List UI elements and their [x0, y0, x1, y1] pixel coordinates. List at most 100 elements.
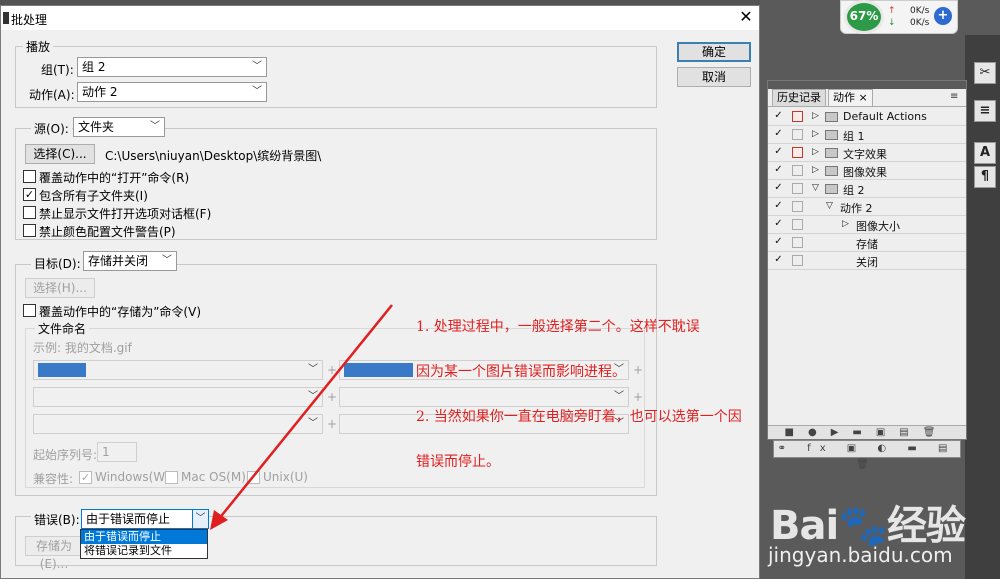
dialog-toggle-icon[interactable] [792, 129, 803, 140]
action-row[interactable]: ✓ ▷ 文字效果 [768, 144, 966, 162]
destination-choose-button[interactable]: 选择(H)... [25, 278, 95, 298]
dialog-toggle-icon[interactable] [792, 147, 803, 158]
toggle-check-icon[interactable]: ✓ [773, 237, 784, 248]
source-select[interactable]: 文件夹 ﹀ [73, 117, 165, 137]
add-icon[interactable]: + [934, 7, 952, 25]
naming-field-1[interactable]: 文档名称 ﹀ [33, 360, 323, 380]
expand-triangle-icon[interactable]: ▽ [826, 201, 833, 211]
expand-triangle-icon[interactable]: ▽ [812, 183, 819, 193]
panel-footer-buttons[interactable]: ■●▶▬▣▤🗑 [768, 425, 966, 439]
tab-history[interactable]: 历史记录 [772, 89, 826, 106]
folder-icon [825, 130, 838, 140]
memory-gauge[interactable]: 67% [844, 0, 884, 34]
compat-checkbox[interactable] [165, 471, 178, 484]
action-select[interactable]: 动作 2 ﹀ [77, 82, 267, 102]
dialog-toggle-icon[interactable] [792, 111, 803, 122]
panel-menu-icon[interactable]: ≡ [950, 91, 958, 102]
panel-header [768, 81, 966, 89]
start-serial-input[interactable]: 1 [97, 442, 137, 462]
folder-icon [825, 184, 838, 194]
chevron-down-icon: ﹀ [252, 61, 262, 72]
toggle-check-icon[interactable]: ✓ [773, 201, 784, 212]
upload-arrow-icon: ↑ [888, 6, 896, 16]
set-select[interactable]: 组 2 ﹀ [77, 57, 267, 77]
override-save-checkbox[interactable] [23, 304, 36, 317]
action-row[interactable]: ✓ 存储 [768, 234, 966, 252]
toggle-check-icon[interactable]: ✓ [773, 255, 784, 266]
character-icon[interactable]: A [974, 142, 996, 164]
annotation-text: 1. 处理过程中，一般选择第二个。这样不耽误 因为某一个图片错误而影响进程。 2… [416, 290, 742, 485]
pilcrow-icon[interactable]: ¶ [974, 166, 996, 188]
chevron-down-icon: ﹀ [308, 364, 318, 375]
action-row[interactable]: ✓ 关闭 [768, 252, 966, 270]
chevron-down-icon: ﹀ [252, 86, 262, 97]
action-row[interactable]: ✓ ▽ 组 2 [768, 180, 966, 198]
source-option-checkbox[interactable]: ✓ [23, 188, 36, 201]
expand-triangle-icon[interactable]: ▷ [812, 111, 819, 121]
expand-triangle-icon[interactable]: ▷ [812, 147, 819, 157]
toggle-check-icon[interactable]: ✓ [773, 165, 784, 176]
expand-triangle-icon[interactable]: ▷ [842, 219, 849, 229]
dialog-toggle-icon[interactable] [792, 183, 803, 194]
dialog-toggle-icon[interactable] [792, 201, 803, 212]
action-row[interactable]: ✓ ▽ 动作 2 [768, 198, 966, 216]
folder-icon [825, 112, 838, 122]
errors-label: 错误(B): [31, 511, 83, 528]
source-path: C:\Users\niuyan\Desktop\缤纷背景图\ [105, 149, 322, 163]
chevron-down-icon: ﹀ [150, 121, 160, 132]
errors-option-log[interactable]: 将错误记录到文件 [81, 544, 207, 558]
folder-icon [825, 166, 838, 176]
source-choose-button[interactable]: 选择(C)... [25, 144, 95, 164]
naming-field-5[interactable]: ﹀ [33, 414, 323, 434]
source-option-checkbox[interactable] [23, 224, 36, 237]
action-row-label: 动作 2 [840, 202, 873, 215]
source-option-checkbox[interactable] [23, 206, 36, 219]
destination-label: 目标(D): [31, 255, 84, 272]
expand-triangle-icon[interactable]: ▷ [812, 165, 819, 175]
source-option-label: 覆盖动作中的“打开”命令(R) [39, 171, 190, 185]
errors-select[interactable]: 由于错误而停止 ﹀ [81, 509, 209, 529]
source-option-label: 禁止颜色配置文件警告(P) [39, 225, 176, 239]
action-row[interactable]: ✓ ▷ 图像大小 [768, 216, 966, 234]
annotation-line-3: 2. 当然如果你一直在电脑旁盯着，也可以选第一个因 [416, 409, 742, 425]
dialog-toggle-icon[interactable] [792, 237, 803, 248]
chevron-down-icon: ﹀ [308, 418, 318, 429]
upload-speed: 0K/s [910, 6, 930, 16]
toggle-check-icon[interactable]: ✓ [773, 219, 784, 230]
save-as-button[interactable]: 存储为(E)... [25, 536, 83, 571]
secondary-toolbar[interactable]: ⚭ fx ▣ ◐ ▬ ▤ 🗑 [773, 440, 961, 470]
action-row[interactable]: ✓ ▷ Default Actions [768, 108, 966, 126]
annotation-line-4: 错误而停止。 [416, 454, 500, 470]
chevron-down-icon: ﹀ [308, 391, 318, 402]
annotation-line-1: 1. 处理过程中，一般选择第二个。这样不耽误 [416, 319, 700, 335]
action-row-label: 组 2 [843, 184, 865, 197]
toggle-check-icon[interactable]: ✓ [773, 111, 784, 122]
destination-select[interactable]: 存储并关闭 ﹀ [83, 251, 177, 271]
toggle-check-icon[interactable]: ✓ [773, 147, 784, 158]
action-row[interactable]: ✓ ▷ 图像效果 [768, 162, 966, 180]
naming-field-3[interactable]: ﹀ [33, 387, 323, 407]
close-icon[interactable]: ✕ [737, 8, 755, 26]
paragraph-panel-icon[interactable]: ≡ [974, 100, 996, 122]
source-option-checkbox[interactable] [23, 170, 36, 183]
tab-actions[interactable]: 动作 × [828, 89, 873, 106]
tools-icon[interactable]: ✂ [974, 62, 996, 84]
action-row-label: 组 1 [843, 130, 865, 143]
errors-option-stop[interactable]: 由于错误而停止 [81, 530, 207, 544]
dialog-toggle-icon[interactable] [792, 255, 803, 266]
expand-triangle-icon[interactable]: ▷ [812, 129, 819, 139]
toggle-check-icon[interactable]: ✓ [773, 183, 784, 194]
dialog-title: 批处理 [11, 13, 48, 27]
compat-checkbox[interactable] [247, 471, 260, 484]
ok-button[interactable]: 确定 [677, 42, 751, 62]
action-row[interactable]: ✓ ▷ 组 1 [768, 126, 966, 144]
compat-option-label: Mac OS(M) [181, 470, 246, 484]
dialog-toggle-icon[interactable] [792, 219, 803, 230]
start-serial-label: 起始序列号: [33, 448, 98, 462]
toggle-check-icon[interactable]: ✓ [773, 129, 784, 140]
compat-checkbox[interactable]: ✓ [79, 471, 92, 484]
app-icon [3, 12, 9, 24]
action-label: 动作(A): [29, 88, 75, 102]
cancel-button[interactable]: 取消 [677, 67, 751, 87]
dialog-toggle-icon[interactable] [792, 165, 803, 176]
